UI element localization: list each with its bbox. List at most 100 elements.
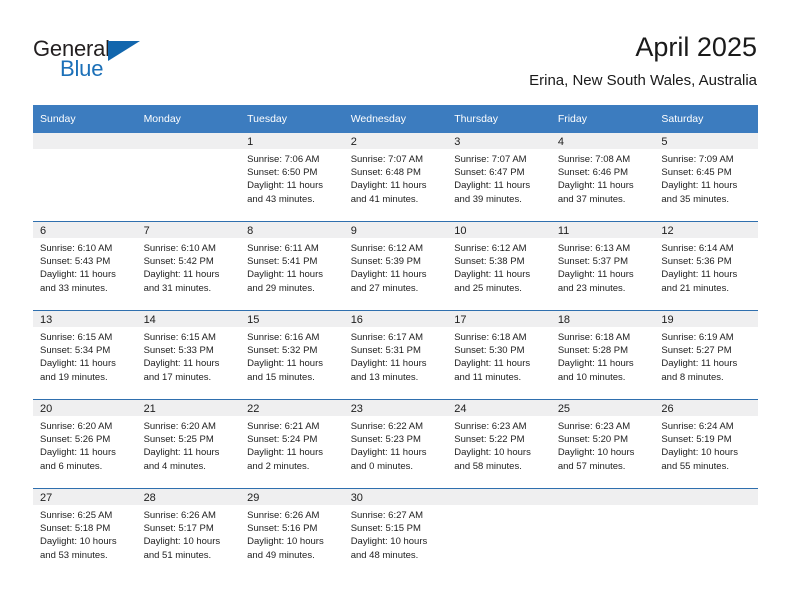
daylight-text-line1: Daylight: 11 hours xyxy=(350,180,427,192)
day-cell-inner xyxy=(33,133,137,221)
daylight-text-line1: Daylight: 11 hours xyxy=(557,358,634,370)
day-details: Sunrise: 7:08 AM Sunset: 6:46 PM Daylight:… xyxy=(551,149,655,206)
calendar-day-cell[interactable]: 28 Sunrise: 6:26 AM Sunset: 5:17 PM Dayligh… xyxy=(136,488,241,577)
daylight-text-line1: Daylight: 11 hours xyxy=(247,358,323,370)
sunrise-text: Sunrise: 6:11 AM xyxy=(247,243,319,254)
calendar-day-cell[interactable]: 9 Sunrise: 6:12 AM Sunset: 5:39 PM Daylight… xyxy=(343,221,448,311)
day-details: Sunrise: 6:11 AM Sunset: 5:41 PM Daylight:… xyxy=(240,238,344,295)
calendar-day-cell[interactable]: 29 Sunrise: 6:26 AM Sunset: 5:16 PM Dayligh… xyxy=(240,488,344,577)
day-details: Sunrise: 6:22 AM Sunset: 5:23 PM Daylight:… xyxy=(344,416,448,473)
sunset-text: Sunset: 5:31 PM xyxy=(350,345,421,357)
calendar-day-cell[interactable]: 25 Sunrise: 6:23 AM Sunset: 5:20 PM Dayligh… xyxy=(550,399,655,489)
daylight-text-line1: Daylight: 10 hours xyxy=(40,536,117,548)
sunrise-text: Sunrise: 6:20 AM xyxy=(40,421,113,432)
day-number: 27 xyxy=(33,489,137,505)
sunrise-text: Sunrise: 6:23 AM xyxy=(557,421,631,432)
calendar-day-cell[interactable]: 1 Sunrise: 7:06 AM Sunset: 6:50 PM Daylight… xyxy=(240,133,344,222)
daylight-text-line1: Daylight: 10 hours xyxy=(557,447,635,459)
day-number: 25 xyxy=(550,400,655,416)
calendar-day-cell[interactable]: 18 Sunrise: 6:18 AM Sunset: 5:28 PM Dayligh… xyxy=(550,310,655,400)
daylight-text-line2: and 25 minutes. xyxy=(454,282,522,294)
day-cell-inner: 5 Sunrise: 7:09 AM Sunset: 6:45 PM Daylight… xyxy=(654,133,758,221)
calendar-day-cell[interactable]: 15 Sunrise: 6:16 AM Sunset: 5:32 PM Dayligh… xyxy=(240,310,344,400)
sunset-text: Sunset: 5:27 PM xyxy=(661,345,732,357)
sunrise-text: Sunrise: 6:12 AM xyxy=(350,243,424,254)
calendar-week-row: 1 Sunrise: 7:06 AM Sunset: 6:50 PM Daylight… xyxy=(33,133,758,222)
weekday-header-sunday: Sunday xyxy=(33,105,137,133)
calendar-day-cell[interactable]: 5 Sunrise: 7:09 AM Sunset: 6:45 PM Daylight… xyxy=(654,133,758,222)
calendar-day-cell[interactable]: 17 Sunrise: 6:18 AM Sunset: 5:30 PM Dayligh… xyxy=(447,310,551,400)
sunrise-text: Sunrise: 7:07 AM xyxy=(454,154,527,165)
calendar-day-cell[interactable]: 6 Sunrise: 6:10 AM Sunset: 5:43 PM Daylight… xyxy=(33,221,137,311)
calendar-day-cell[interactable]: 14 Sunrise: 6:15 AM Sunset: 5:33 PM Dayligh… xyxy=(136,310,241,400)
day-cell-inner: 8 Sunrise: 6:11 AM Sunset: 5:41 PM Daylight… xyxy=(240,222,344,310)
calendar-day-cell[interactable]: 11 Sunrise: 6:13 AM Sunset: 5:37 PM Dayligh… xyxy=(550,221,655,311)
sunset-text: Sunset: 5:16 PM xyxy=(247,523,318,535)
calendar-day-cell[interactable]: 13 Sunrise: 6:15 AM Sunset: 5:34 PM Dayligh… xyxy=(33,310,137,400)
calendar-body: 1 Sunrise: 7:06 AM Sunset: 6:50 PM Daylight… xyxy=(33,133,758,577)
day-cell-inner: 10 Sunrise: 6:12 AM Sunset: 5:38 PM Dayligh… xyxy=(447,222,551,310)
calendar-week-row: 27 Sunrise: 6:25 AM Sunset: 5:18 PM Dayligh… xyxy=(33,488,758,577)
calendar-day-cell[interactable]: 30 Sunrise: 6:27 AM Sunset: 5:15 PM Dayligh… xyxy=(343,488,448,577)
day-details: Sunrise: 6:21 AM Sunset: 5:24 PM Daylight:… xyxy=(240,416,344,473)
calendar-day-cell[interactable]: 12 Sunrise: 6:14 AM Sunset: 5:36 PM Dayligh… xyxy=(654,221,758,311)
sunrise-text: Sunrise: 6:20 AM xyxy=(143,421,216,432)
day-details: Sunrise: 7:09 AM Sunset: 6:45 PM Daylight:… xyxy=(654,149,758,206)
daylight-text-line2: and 10 minutes. xyxy=(557,371,626,383)
sunrise-text: Sunrise: 7:09 AM xyxy=(661,154,734,165)
day-number: 4 xyxy=(550,133,655,149)
calendar-day-cell[interactable]: 22 Sunrise: 6:21 AM Sunset: 5:24 PM Dayligh… xyxy=(240,399,344,489)
day-cell-inner: 6 Sunrise: 6:10 AM Sunset: 5:43 PM Daylight… xyxy=(33,222,137,310)
calendar-day-cell[interactable]: 23 Sunrise: 6:22 AM Sunset: 5:23 PM Dayligh… xyxy=(343,399,448,489)
calendar-day-cell[interactable]: 2 Sunrise: 7:07 AM Sunset: 6:48 PM Daylight… xyxy=(343,133,448,222)
day-details xyxy=(137,149,241,153)
calendar-day-cell[interactable]: 21 Sunrise: 6:20 AM Sunset: 5:25 PM Dayligh… xyxy=(136,399,241,489)
daylight-text-line1: Daylight: 11 hours xyxy=(350,447,427,459)
daylight-text-line1: Daylight: 11 hours xyxy=(143,358,220,370)
daylight-text-line2: and 0 minutes. xyxy=(350,460,414,472)
calendar-day-cell[interactable]: 20 Sunrise: 6:20 AM Sunset: 5:26 PM Dayligh… xyxy=(33,399,137,489)
daylight-text-line1: Daylight: 11 hours xyxy=(661,269,738,281)
daylight-text-line2: and 19 minutes. xyxy=(40,371,108,383)
day-details: Sunrise: 6:10 AM Sunset: 5:42 PM Daylight:… xyxy=(137,238,241,295)
calendar-day-cell[interactable]: 3 Sunrise: 7:07 AM Sunset: 6:47 PM Daylight… xyxy=(447,133,551,222)
calendar-day-cell[interactable]: 19 Sunrise: 6:19 AM Sunset: 5:27 PM Dayligh… xyxy=(654,310,758,400)
daylight-text-line2: and 35 minutes. xyxy=(661,193,729,205)
day-cell-inner xyxy=(136,133,241,221)
page-header: General Blue April 2025 Erina, New South… xyxy=(0,0,792,100)
daylight-text-line1: Daylight: 11 hours xyxy=(247,447,323,459)
calendar-day-cell[interactable]: 4 Sunrise: 7:08 AM Sunset: 6:46 PM Daylight… xyxy=(550,133,655,222)
day-cell-inner: 14 Sunrise: 6:15 AM Sunset: 5:33 PM Dayligh… xyxy=(136,311,241,399)
general-blue-logo[interactable]: General Blue xyxy=(33,36,153,82)
daylight-text-line2: and 57 minutes. xyxy=(557,460,626,472)
day-cell-inner: 17 Sunrise: 6:18 AM Sunset: 5:30 PM Dayligh… xyxy=(447,311,551,399)
calendar-day-cell[interactable]: 10 Sunrise: 6:12 AM Sunset: 5:38 PM Dayligh… xyxy=(447,221,551,311)
day-cell-inner: 28 Sunrise: 6:26 AM Sunset: 5:17 PM Dayligh… xyxy=(136,489,241,577)
sunrise-text: Sunrise: 6:21 AM xyxy=(247,421,320,432)
day-details xyxy=(551,505,655,509)
daylight-text-line1: Daylight: 11 hours xyxy=(661,358,738,370)
calendar-day-cell[interactable]: 24 Sunrise: 6:23 AM Sunset: 5:22 PM Dayligh… xyxy=(447,399,551,489)
sunset-text: Sunset: 5:38 PM xyxy=(454,256,525,268)
day-details: Sunrise: 6:25 AM Sunset: 5:18 PM Daylight:… xyxy=(33,505,137,562)
calendar-day-cell xyxy=(654,488,758,577)
logo-text-blue: Blue xyxy=(60,56,104,81)
calendar-day-cell[interactable]: 26 Sunrise: 6:24 AM Sunset: 5:19 PM Dayligh… xyxy=(654,399,758,489)
daylight-text-line1: Daylight: 11 hours xyxy=(454,180,531,192)
daylight-text-line2: and 37 minutes. xyxy=(557,193,626,205)
daylight-text-line1: Daylight: 11 hours xyxy=(350,358,427,370)
day-cell-inner: 22 Sunrise: 6:21 AM Sunset: 5:24 PM Dayligh… xyxy=(240,400,344,488)
calendar-day-cell[interactable]: 8 Sunrise: 6:11 AM Sunset: 5:41 PM Daylight… xyxy=(240,221,344,311)
day-cell-inner: 9 Sunrise: 6:12 AM Sunset: 5:39 PM Daylight… xyxy=(343,222,448,310)
calendar-day-cell[interactable]: 7 Sunrise: 6:10 AM Sunset: 5:42 PM Daylight… xyxy=(136,221,241,311)
day-details: Sunrise: 6:23 AM Sunset: 5:22 PM Daylight:… xyxy=(447,416,551,473)
title-block: April 2025 Erina, New South Wales, Austr… xyxy=(529,30,757,92)
weekday-header-friday: Friday xyxy=(550,105,655,133)
calendar-day-cell[interactable]: 27 Sunrise: 6:25 AM Sunset: 5:18 PM Dayligh… xyxy=(33,488,137,577)
calendar-day-cell[interactable]: 16 Sunrise: 6:17 AM Sunset: 5:31 PM Dayligh… xyxy=(343,310,448,400)
day-cell-inner: 2 Sunrise: 7:07 AM Sunset: 6:48 PM Daylight… xyxy=(343,133,448,221)
day-details: Sunrise: 6:16 AM Sunset: 5:32 PM Daylight:… xyxy=(240,327,344,384)
sunrise-text: Sunrise: 6:26 AM xyxy=(143,510,216,521)
sunrise-text: Sunrise: 6:22 AM xyxy=(350,421,424,432)
day-details: Sunrise: 7:06 AM Sunset: 6:50 PM Daylight:… xyxy=(240,149,344,206)
